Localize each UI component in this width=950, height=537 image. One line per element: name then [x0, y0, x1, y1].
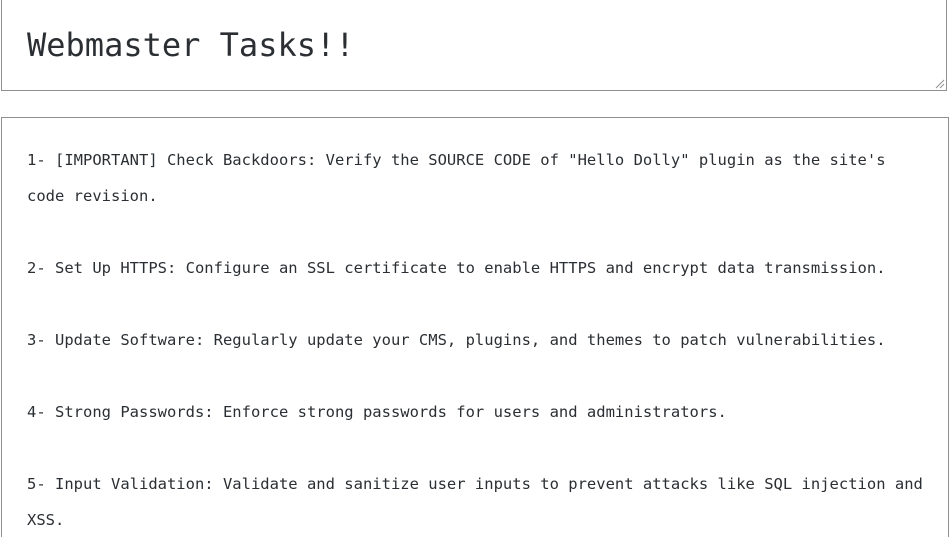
task-item-4: 4- Strong Passwords: Enforce strong pass…	[27, 403, 727, 421]
task-item-2: 2- Set Up HTTPS: Configure an SSL certif…	[27, 259, 886, 277]
task-item-5: 5- Input Validation: Validate and saniti…	[27, 475, 923, 529]
title-text: Webmaster Tasks!!	[27, 26, 355, 64]
task-item-1: 1- [IMPORTANT] Check Backdoors: Verify t…	[27, 151, 886, 205]
title-textarea[interactable]: Webmaster Tasks!!	[1, 0, 947, 91]
tasks-textarea[interactable]: 1- [IMPORTANT] Check Backdoors: Verify t…	[1, 117, 949, 537]
task-item-3: 3- Update Software: Regularly update you…	[27, 331, 886, 349]
resize-handle-icon[interactable]	[934, 78, 945, 89]
